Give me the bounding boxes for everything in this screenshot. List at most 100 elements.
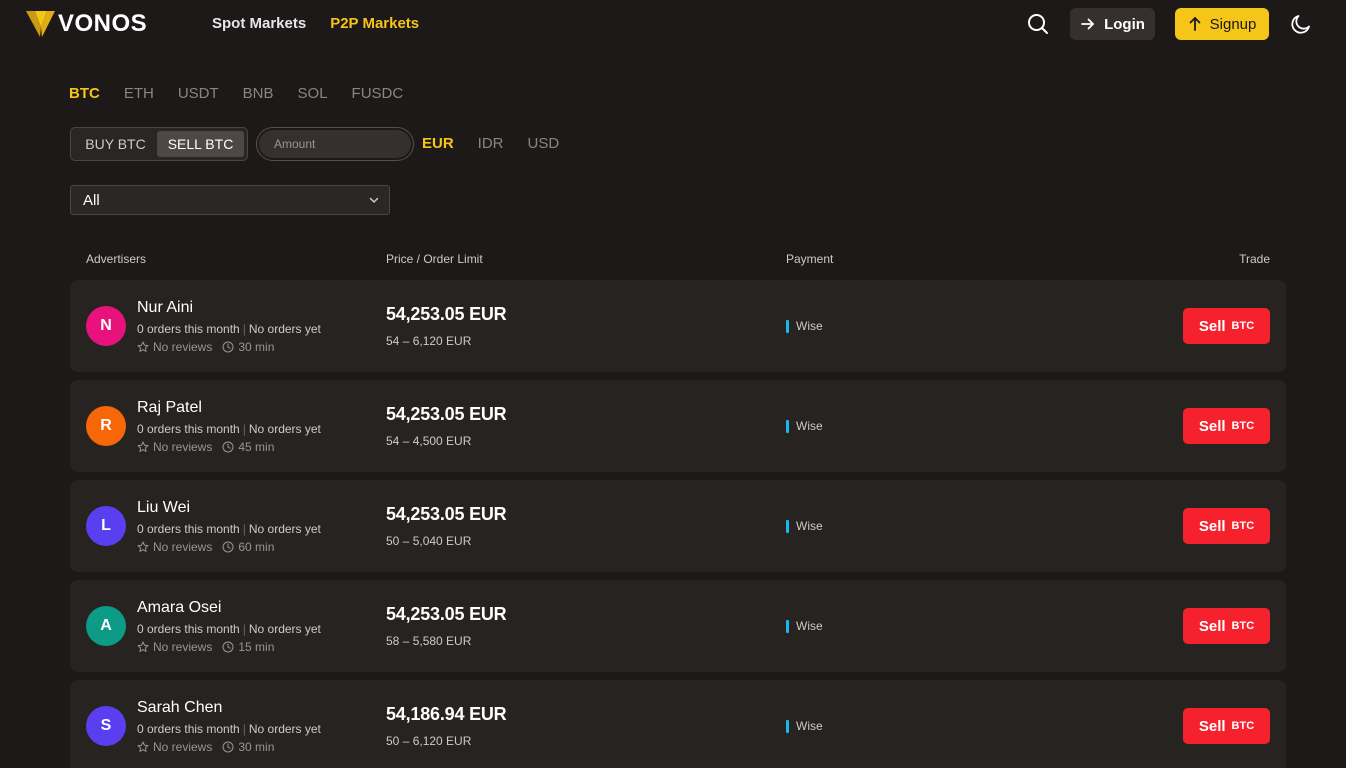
- arrow-right-icon: [1081, 18, 1094, 30]
- completion-status: No orders yet: [248, 422, 321, 436]
- payment-label: Wise: [796, 419, 823, 433]
- buy-sell-toggle: BUY BTC SELL BTC: [70, 127, 248, 161]
- search-icon[interactable]: [1026, 12, 1050, 36]
- advertiser-stats: 0 orders this month | No orders yet: [137, 722, 321, 736]
- signup-label: Signup: [1209, 15, 1257, 33]
- sell-btc-button[interactable]: Sell BTC: [1183, 708, 1270, 744]
- payment-label: Wise: [796, 719, 823, 733]
- avatar: S: [86, 706, 126, 746]
- arrow-up-icon: [1189, 17, 1201, 31]
- sell-btc-button[interactable]: Sell BTC: [1183, 408, 1270, 444]
- sell-btc-button[interactable]: Sell BTC: [1183, 308, 1270, 344]
- moon-icon[interactable]: [1290, 13, 1312, 35]
- coin-tab-usdt[interactable]: USDT: [178, 85, 219, 102]
- sell-btc-option[interactable]: SELL BTC: [157, 131, 244, 157]
- advertiser-stats: 0 orders this month | No orders yet: [137, 422, 321, 436]
- payment-color-bar: [786, 319, 789, 333]
- payment-color-bar: [786, 719, 789, 733]
- star-icon: [137, 441, 149, 452]
- advertiser-name[interactable]: Amara Osei: [137, 599, 221, 617]
- coin-tab-sol[interactable]: SOL: [298, 85, 328, 102]
- completion-status: No orders yet: [248, 622, 321, 636]
- payment-method: Wise: [786, 319, 823, 333]
- offer-price: 54,253.05 EUR: [386, 304, 507, 324]
- fiat-tab-usd[interactable]: USD: [528, 135, 560, 152]
- star-icon: [137, 541, 149, 552]
- coin-tab-fusdc[interactable]: FUSDC: [352, 85, 404, 102]
- advertiser-stats: 0 orders this month | No orders yet: [137, 322, 321, 336]
- orders-count: 0 orders this month: [137, 722, 240, 736]
- coin-tab-btc[interactable]: BTC: [69, 85, 100, 102]
- sell-coin: BTC: [1231, 620, 1255, 632]
- avatar: N: [86, 306, 126, 346]
- signup-button[interactable]: Signup: [1175, 8, 1269, 40]
- coin-tab-bnb[interactable]: BNB: [243, 85, 274, 102]
- sell-btc-button[interactable]: Sell BTC: [1183, 608, 1270, 644]
- advertiser-meta: No reviews 15 min: [137, 640, 274, 654]
- table-row: S Sarah Chen 0 orders this month | No orde…: [70, 680, 1286, 768]
- coin-tab-eth[interactable]: ETH: [124, 85, 154, 102]
- login-label: Login: [1104, 15, 1145, 33]
- table-row: R Raj Patel 0 orders this month | No order…: [70, 380, 1286, 472]
- sell-coin: BTC: [1231, 320, 1255, 332]
- advertiser-name[interactable]: Nur Aini: [137, 299, 193, 317]
- amount-input[interactable]: [259, 130, 411, 158]
- clock-icon: [222, 341, 234, 353]
- vonos-logo[interactable]: VONOS: [26, 9, 147, 39]
- buy-btc-option[interactable]: BUY BTC: [74, 131, 157, 157]
- clock-icon: [222, 641, 234, 653]
- payment-label: Wise: [796, 619, 823, 633]
- fiat-tab-idr[interactable]: IDR: [478, 135, 504, 152]
- advertiser-meta: No reviews 45 min: [137, 440, 274, 454]
- nav-spot-markets[interactable]: Spot Markets: [212, 15, 306, 32]
- sell-label: Sell: [1198, 317, 1226, 335]
- header-advertisers: Advertisers: [86, 252, 147, 266]
- advertiser-name[interactable]: Sarah Chen: [137, 699, 222, 717]
- login-button[interactable]: Login: [1070, 8, 1155, 40]
- response-time: 45 min: [238, 440, 275, 454]
- amount-field-wrapper: [256, 127, 414, 161]
- chevron-down-icon: [369, 197, 379, 203]
- orders-count: 0 orders this month: [137, 522, 240, 536]
- response-time: 30 min: [238, 740, 275, 754]
- table-row: N Nur Aini 0 orders this month | No orders…: [70, 280, 1286, 372]
- fiat-tab-eur[interactable]: EUR: [422, 135, 454, 152]
- nav-p2p-markets[interactable]: P2P Markets: [330, 15, 419, 32]
- order-limit: 54 – 4,500 EUR: [386, 434, 472, 448]
- star-icon: [137, 741, 149, 752]
- orders-count: 0 orders this month: [137, 422, 240, 436]
- sell-label: Sell: [1198, 517, 1226, 535]
- order-limit: 50 – 6,120 EUR: [386, 734, 472, 748]
- table-row: L Liu Wei 0 orders this month | No orders …: [70, 480, 1286, 572]
- advertiser-meta: No reviews 30 min: [137, 740, 274, 754]
- advertiser-name[interactable]: Raj Patel: [137, 399, 202, 417]
- clock-icon: [222, 741, 234, 753]
- payment-method: Wise: [786, 419, 823, 433]
- reviews-text: No reviews: [153, 440, 213, 454]
- payment-method: Wise: [786, 619, 823, 633]
- table-header: Advertisers Price / Order Limit Payment …: [86, 252, 1270, 268]
- completion-status: No orders yet: [248, 722, 321, 736]
- star-icon: [137, 641, 149, 652]
- order-limit: 54 – 6,120 EUR: [386, 334, 472, 348]
- star-icon: [137, 341, 149, 352]
- advertiser-name[interactable]: Liu Wei: [137, 499, 190, 517]
- advertiser-meta: No reviews 60 min: [137, 540, 274, 554]
- payment-filter-select[interactable]: All: [70, 185, 390, 215]
- fiat-tabs: EUR IDR USD: [422, 135, 559, 152]
- order-limit: 58 – 5,580 EUR: [386, 634, 472, 648]
- reviews-text: No reviews: [153, 740, 213, 754]
- reviews-text: No reviews: [153, 540, 213, 554]
- offer-price: 54,186.94 EUR: [386, 704, 507, 724]
- sell-coin: BTC: [1231, 520, 1255, 532]
- order-limit: 50 – 5,040 EUR: [386, 534, 472, 548]
- sell-coin: BTC: [1231, 720, 1255, 732]
- orders-count: 0 orders this month: [137, 622, 240, 636]
- advertiser-meta: No reviews 30 min: [137, 340, 274, 354]
- sell-btc-button[interactable]: Sell BTC: [1183, 508, 1270, 544]
- clock-icon: [222, 541, 234, 553]
- avatar: A: [86, 606, 126, 646]
- p2p-page: VONOS Spot Markets P2P Markets Login Sig…: [0, 0, 1346, 768]
- table-row: A Amara Osei 0 orders this month | No orde…: [70, 580, 1286, 672]
- avatar: R: [86, 406, 126, 446]
